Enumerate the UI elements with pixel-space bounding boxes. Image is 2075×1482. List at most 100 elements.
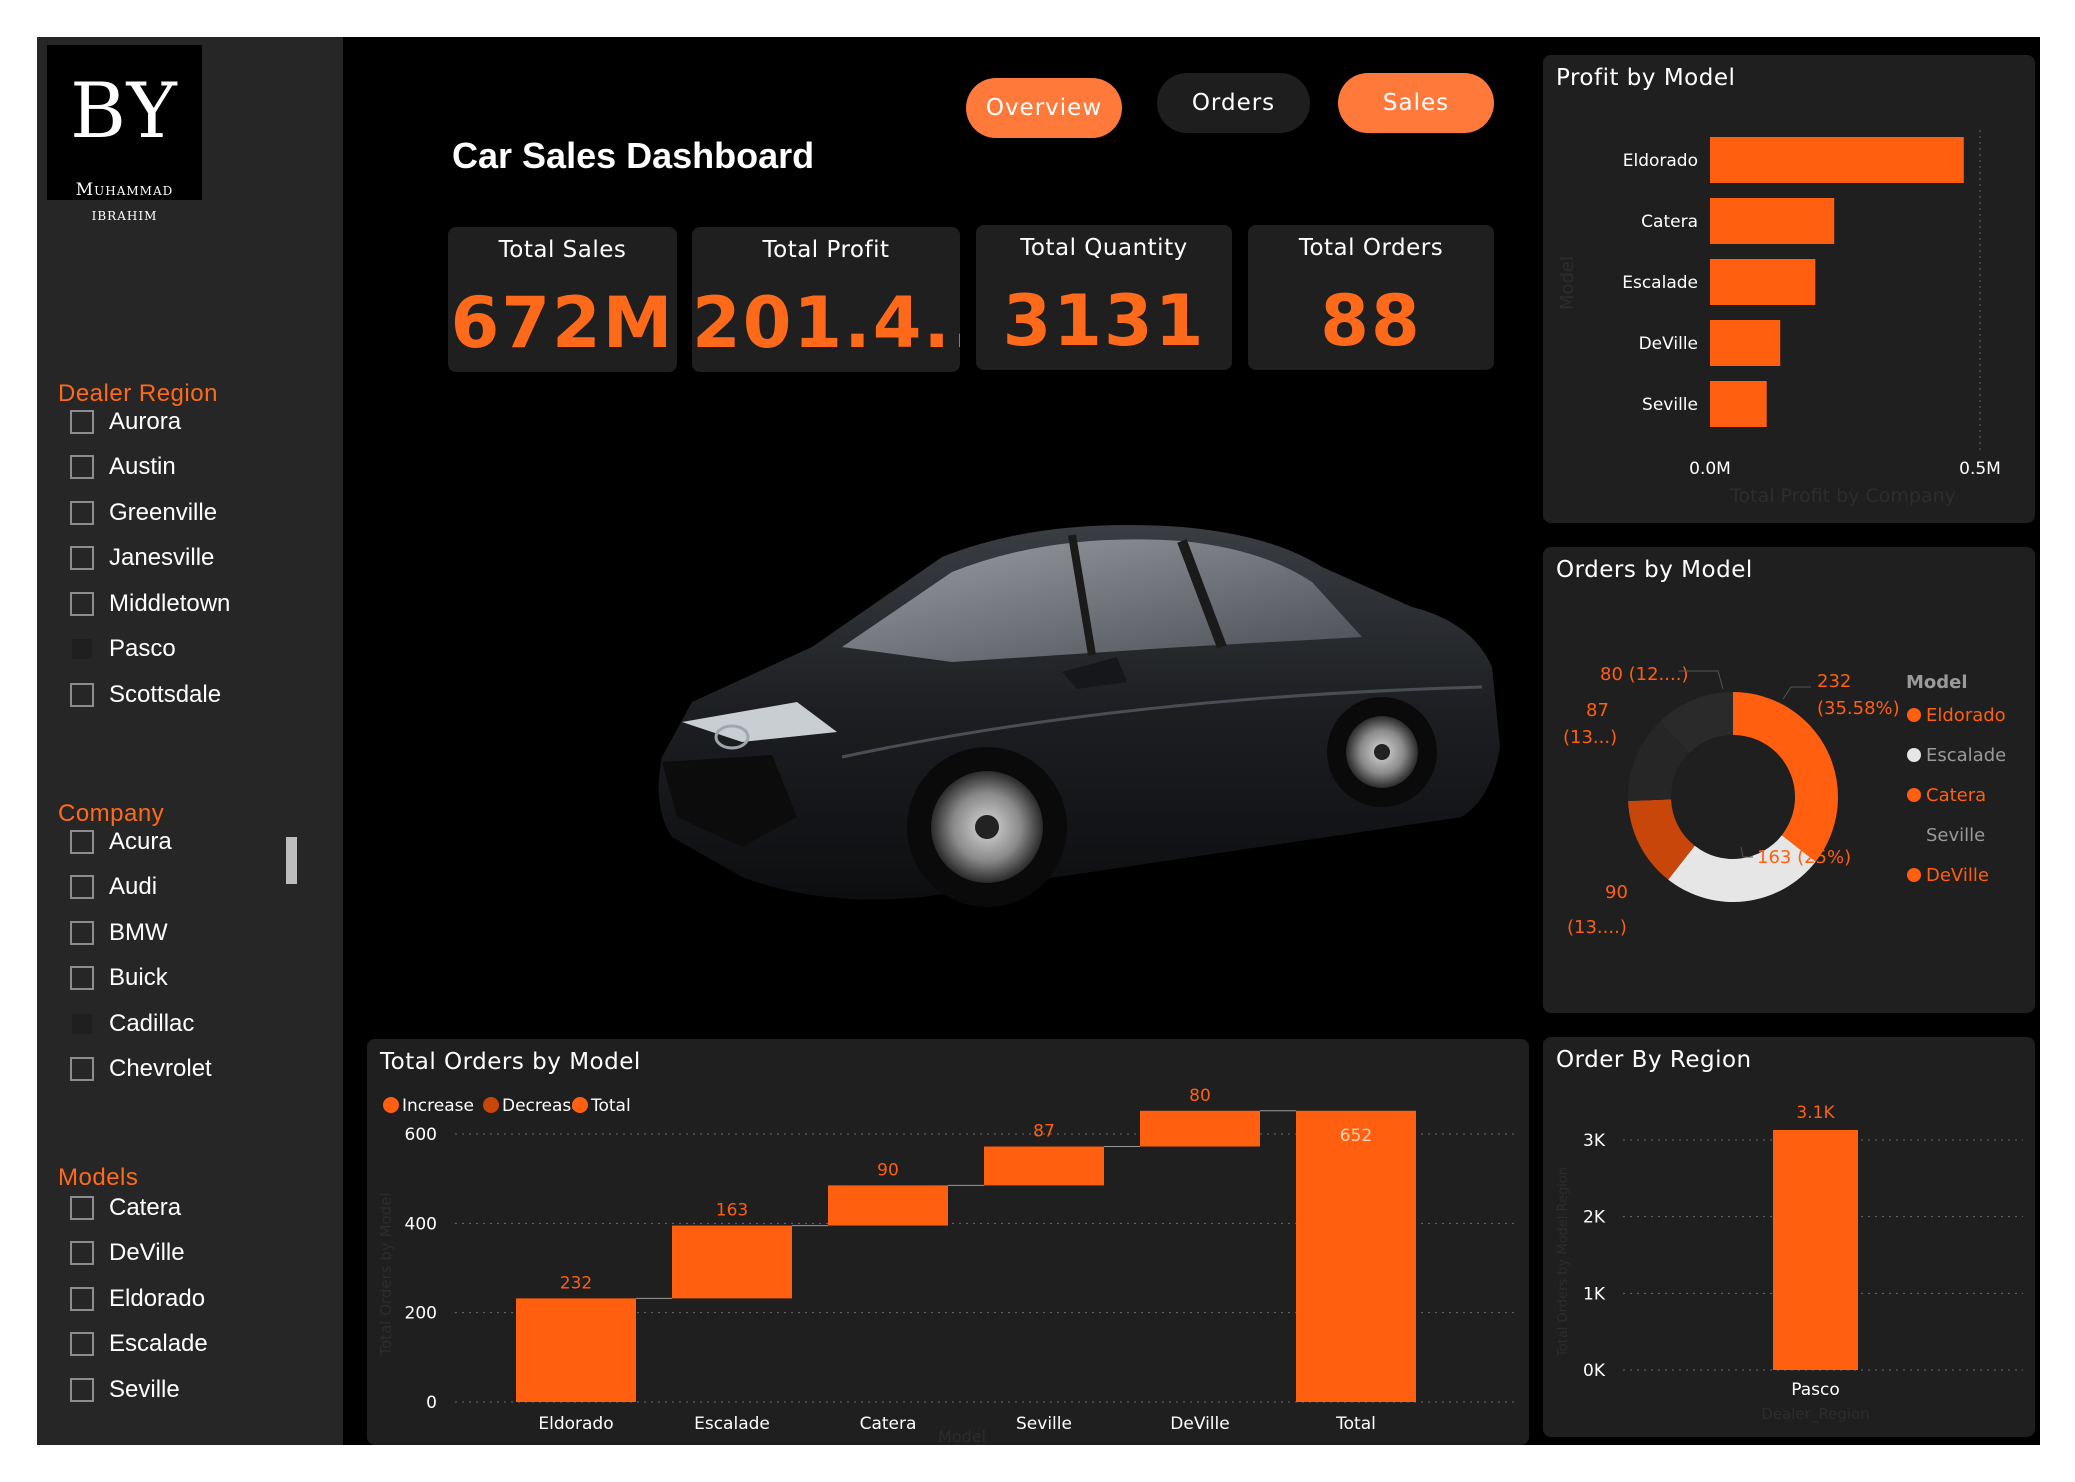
data-label: 80 [1189,1086,1211,1106]
filter-option[interactable]: Chevrolet [70,1047,310,1093]
checkbox[interactable] [70,1011,94,1036]
kpi-card-total-quantity: Total Quantity 3131 [976,225,1232,370]
legend-label: Seville [1926,825,1985,846]
checkbox[interactable] [70,455,94,480]
page-title: Car Sales Dashboard [452,135,815,176]
company-filter-list[interactable]: Acura Audi BMW Buick Cadillac Chevrolet [70,819,310,1137]
checkbox[interactable] [70,1332,94,1357]
legend-label: Eldorado [1926,705,2006,726]
x-tick-label: Eldorado [538,1414,613,1434]
filter-option[interactable]: BMW [70,910,310,956]
checkbox[interactable] [70,591,94,616]
company-list-scrollbar[interactable] [286,837,297,884]
total-orders-by-model-panel: Total Orders by Model Increase Decrease To… [367,1039,1529,1445]
checkbox[interactable] [70,1286,94,1311]
sales-button[interactable]: Sales [1338,73,1494,133]
checkbox[interactable] [70,829,94,854]
bar [1710,381,1767,427]
filter-option-label: Cadillac [109,1009,195,1037]
legend-marker [1907,788,1921,802]
kpi-value: 3131 [1002,280,1206,362]
y-tick-label: 400 [405,1214,437,1234]
checkbox[interactable] [70,920,94,945]
checkbox[interactable] [70,546,94,571]
checkbox[interactable] [70,966,94,991]
filter-option[interactable]: DeVille [70,1231,310,1277]
kpi-value: 672M [450,282,675,364]
filter-option-label: Middletown [109,589,231,617]
checkbox[interactable] [70,637,94,662]
filter-option[interactable]: Greenville [70,490,310,536]
x-tick-label: 0.0M [1689,459,1731,479]
dealer-region-filter-list: Aurora Austin Greenville Janesville Midd… [70,399,310,719]
filter-option[interactable]: Escalade [70,1322,310,1368]
legend-label: Decrease [502,1096,582,1116]
filter-option[interactable]: Austin [70,445,310,491]
slice-label: (13....) [1567,917,1627,938]
models-filter-list: Catera DeVille Eldorado Escalade Seville [70,1185,310,1417]
bar [1710,259,1816,305]
checkbox[interactable] [70,409,94,434]
filter-sidebar: BY Muhammad ibrahim Dealer Region Aurora… [37,37,343,1445]
filter-option[interactable]: Audi [70,865,310,911]
y-tick-label: 1K [1583,1284,1606,1304]
filter-option-label: Seville [109,1375,180,1403]
filter-option[interactable]: Catera [70,1185,310,1231]
filter-option[interactable]: Scottsdale [70,672,310,718]
waterfall-bar [984,1146,1104,1186]
filter-option[interactable]: Seville [70,1367,310,1413]
data-label: 90 [877,1160,899,1180]
overview-button[interactable]: Overview [966,78,1122,138]
filter-option[interactable]: Acura [70,819,310,865]
checkbox[interactable] [70,1241,94,1266]
logo-monogram: BY [70,66,179,155]
legend-marker [1907,868,1921,882]
y-tick-label: 2K [1583,1208,1606,1228]
filter-option[interactable]: Pasco [70,627,310,673]
order-by-region-chart: 0K 1K 2K 3K 3.1K Pasco Dealer_Region Total Orde… [1556,1103,2023,1424]
x-axis-label: Dealer_Region [1761,1405,1869,1424]
waterfall-bar [672,1225,792,1299]
bar [1710,320,1781,366]
filter-option-label: DeVille [109,1239,185,1267]
y-axis-label: Total Orders by Model Region [1556,1167,1571,1358]
filter-option-label: Catera [109,1193,182,1221]
x-axis-label: Total Profit by Company [1729,485,1956,507]
logo-name-line2: ibrahim [91,205,158,225]
x-tick-label: Catera [860,1414,917,1434]
filter-option-label: Scottsdale [109,680,222,708]
logo-name-line1: Muhammad [75,180,174,200]
checkbox[interactable] [70,1377,94,1402]
y-tick-label: 200 [405,1304,437,1324]
x-tick-label: 0.5M [1959,459,2001,479]
kpi-card-total-orders: Total Orders 88 [1248,225,1494,370]
kpi-card-total-profit: Total Profit 201.4... [692,227,960,372]
checkbox[interactable] [70,500,94,525]
car-image [658,525,1500,907]
profit-by-model-panel: Profit by Model Eldorado Catera Escalade De… [1543,55,2035,523]
y-tick-label: 3K [1583,1131,1606,1151]
data-label: 3.1K [1796,1103,1835,1123]
y-axis-label: Model [1557,256,1578,310]
checkbox[interactable] [70,875,94,900]
checkbox[interactable] [70,682,94,707]
filter-option[interactable]: Aurora [70,399,310,445]
profit-by-model-chart: Eldorado Catera Escalade DeVille Seville 0.0M… [1557,130,2001,507]
filter-option-label: Greenville [109,498,218,526]
bar-category-label: Eldorado [1623,151,1698,171]
checkbox[interactable] [70,1195,94,1220]
slice-label: 87 [1586,700,1609,721]
filter-option[interactable]: Cadillac [70,1001,310,1047]
legend-marker [1907,748,1921,762]
filter-option-label: Austin [109,453,176,481]
kpi-label: Total Profit [762,237,890,263]
filter-option[interactable]: Middletown [70,581,310,627]
x-tick-label: Seville [1016,1414,1072,1434]
filter-option[interactable]: Janesville [70,536,310,582]
filter-option-label: Escalade [109,1330,208,1358]
orders-button[interactable]: Orders [1157,73,1310,133]
legend-marker [1907,828,1921,842]
filter-option[interactable]: Eldorado [70,1276,310,1322]
filter-option[interactable]: Buick [70,956,310,1002]
checkbox[interactable] [70,1057,94,1082]
